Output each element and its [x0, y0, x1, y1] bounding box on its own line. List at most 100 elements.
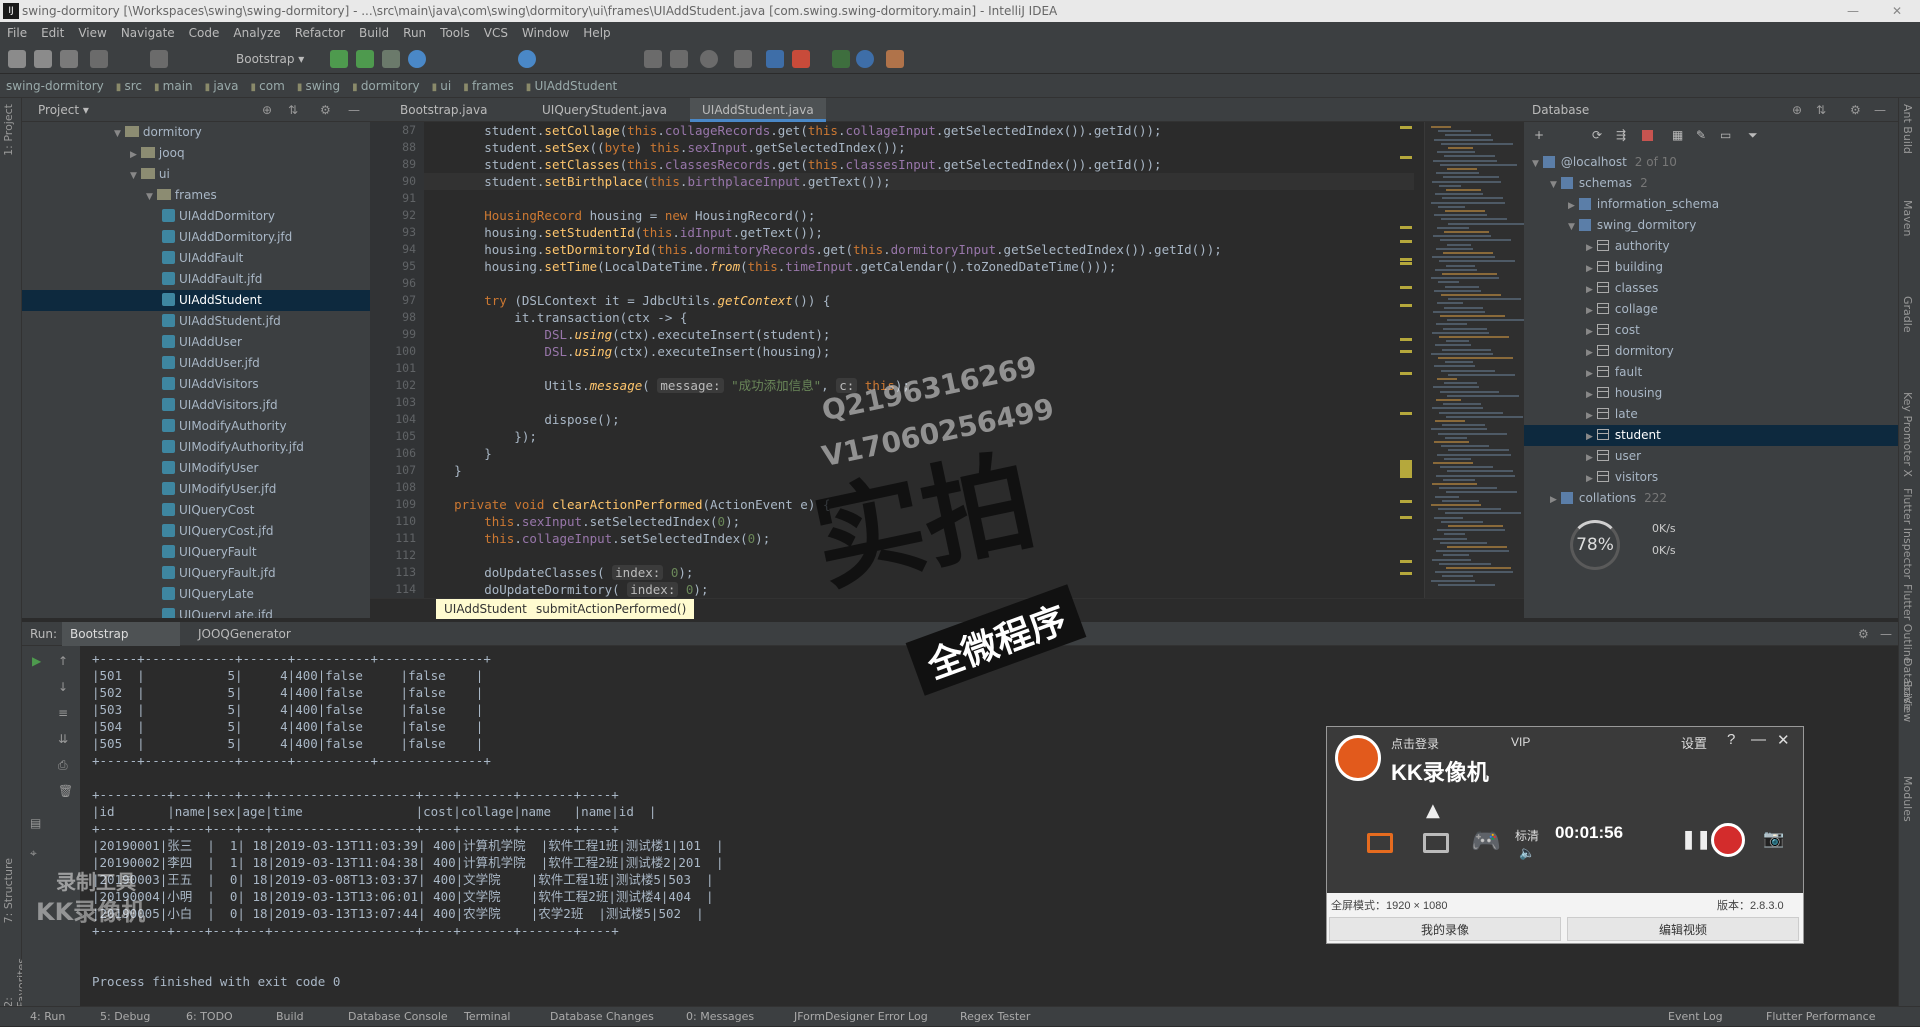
status-tab-0-messages[interactable]: 0: Messages	[686, 1007, 754, 1027]
code-line[interactable]: housing.setDormitoryId(this.dormitoryRec…	[424, 241, 1222, 258]
screen-mode-icon[interactable]	[1367, 833, 1393, 853]
tree-item-uiquerylate[interactable]: UIQueryLate	[22, 584, 370, 605]
tree-expand-icon[interactable]: ▼	[130, 171, 137, 181]
tree-expand-icon[interactable]: ▼	[1532, 159, 1539, 169]
add-icon[interactable]: +	[1534, 128, 1544, 142]
error-stripe-mark[interactable]	[1400, 468, 1412, 471]
gear-icon[interactable]: ⚙	[320, 98, 331, 122]
code-line[interactable]: student.setClasses(this.classesRecords.g…	[424, 156, 1161, 173]
code-line[interactable]: housing.setStudentId(this.idInput.getTex…	[424, 224, 823, 241]
tree-expand-icon[interactable]: ▶	[130, 150, 137, 160]
code-line[interactable]: dispose();	[424, 411, 619, 428]
db-node-cost[interactable]: ▶ cost	[1524, 320, 1898, 341]
tree-expand-icon[interactable]: ▶	[1586, 390, 1593, 400]
gear-icon[interactable]: ⚙	[1850, 98, 1861, 122]
filter-icon[interactable]: ⏷	[1748, 128, 1758, 143]
menu-vcs[interactable]: VCS	[484, 26, 508, 40]
tree-item-uimodifyauthority[interactable]: UIModifyAuthority	[22, 416, 370, 437]
tree-expand-icon[interactable]: ▶	[1586, 264, 1593, 274]
run-tab-bootstrap[interactable]: Bootstrap	[62, 622, 180, 646]
right-tool-tab-flutter-outline[interactable]: Flutter Outline	[1901, 584, 1914, 664]
error-stripe-mark[interactable]	[1400, 350, 1412, 353]
game-mode-icon[interactable]: 🎮	[1471, 827, 1501, 856]
tree-item-uimodifyuser[interactable]: UIModifyUser	[22, 458, 370, 479]
trash-icon[interactable]: 🗑	[58, 784, 73, 798]
scroll-end-icon[interactable]: ⇊	[58, 732, 68, 746]
error-stripe-mark[interactable]	[1400, 560, 1412, 563]
error-stripe-mark[interactable]	[1400, 516, 1412, 519]
build-project-icon[interactable]	[150, 50, 168, 68]
status-tab-flutter-performance[interactable]: Flutter Performance	[1766, 1007, 1875, 1027]
db-node-late[interactable]: ▶ late	[1524, 404, 1898, 425]
menu-navigate[interactable]: Navigate	[121, 26, 175, 40]
code-line[interactable]: this.sexInput.setSelectedIndex(0);	[424, 513, 740, 530]
update-icon[interactable]	[518, 50, 536, 68]
tree-item-uiqueryfault-jfd[interactable]: UIQueryFault.jfd	[22, 563, 370, 584]
tree-item-uiadddormitory-jfd[interactable]: UIAddDormitory.jfd	[22, 227, 370, 248]
right-tool-tab-flutter-inspector[interactable]: Flutter Inspector	[1901, 488, 1914, 579]
tree-expand-icon[interactable]: ▼	[146, 192, 153, 202]
breadcrumb-uiaddstudent[interactable]: UIAddStudent	[526, 79, 617, 93]
database-tool-tab[interactable]: Database	[1901, 658, 1914, 711]
hide-panel-icon[interactable]: —	[1880, 622, 1892, 646]
breadcrumb-frames[interactable]: frames	[463, 79, 514, 93]
recorder-vip-badge[interactable]: VIP	[1511, 735, 1530, 749]
search-icon[interactable]	[700, 50, 718, 68]
db-node-user[interactable]: ▶ user	[1524, 446, 1898, 467]
breadcrumb-src[interactable]: src	[116, 79, 142, 93]
right-tool-tab-key-promoter-x[interactable]: Key Promoter X	[1901, 392, 1914, 477]
db-node-collations[interactable]: ▶ collations 222	[1524, 488, 1898, 509]
db-node-schemas[interactable]: ▼ schemas 2	[1524, 173, 1898, 194]
tree-expand-icon[interactable]: ▶	[1586, 285, 1593, 295]
translate-icon[interactable]	[886, 50, 904, 68]
breadcrumb-com[interactable]: com	[250, 79, 284, 93]
code-line[interactable]: try (DSLContext it = JdbcUtils.getContex…	[424, 292, 830, 309]
db-node-localhost[interactable]: ▼ @localhost 2 of 10	[1524, 152, 1898, 173]
db-node-building[interactable]: ▶ building	[1524, 257, 1898, 278]
tree-item-uiadduser[interactable]: UIAddUser	[22, 332, 370, 353]
tree-expand-icon[interactable]: ▶	[1586, 348, 1593, 358]
tree-expand-icon[interactable]: ▼	[114, 129, 121, 139]
editor-tab-uiquerystudent[interactable]: UIQueryStudent.java	[530, 98, 679, 122]
plugin-icon[interactable]	[832, 50, 850, 68]
coverage-icon[interactable]	[382, 50, 400, 68]
crumb-method[interactable]: submitActionPerformed()	[528, 599, 695, 619]
wrench-icon[interactable]	[644, 50, 662, 68]
error-stripe-mark[interactable]	[1400, 240, 1412, 243]
menu-run[interactable]: Run	[403, 26, 426, 40]
error-stripe-mark[interactable]	[1400, 500, 1412, 503]
code-line[interactable]: this.collageInput.setSelectedIndex(0);	[424, 530, 770, 547]
code-minimap[interactable]	[1424, 122, 1527, 598]
db-node-fault[interactable]: ▶ fault	[1524, 362, 1898, 383]
breadcrumb-main[interactable]: main	[154, 79, 193, 93]
editor-tab-bootstrap[interactable]: Bootstrap.java	[388, 98, 499, 122]
breadcrumb-dormitory[interactable]: dormitory	[352, 79, 419, 93]
edit-icon[interactable]: ✎	[1696, 128, 1706, 142]
hide-panel-icon[interactable]: —	[1874, 98, 1886, 122]
tree-expand-icon[interactable]: ▶	[1586, 327, 1593, 337]
code-line[interactable]: student.setBirthplace(this.birthplaceInp…	[424, 173, 1414, 190]
error-stripe-mark[interactable]	[1400, 286, 1412, 289]
screenshot-icon[interactable]: 📷	[1763, 829, 1784, 849]
code-area[interactable]: student.setCollage(this.collageRecords.g…	[424, 122, 1424, 598]
edit-video-button[interactable]: 编辑视频	[1567, 917, 1799, 941]
code-line[interactable]: doUpdateDormitory( index: 0);	[424, 581, 708, 598]
soft-wrap-icon[interactable]: ≡	[58, 706, 68, 720]
status-tab-5-debug[interactable]: 5: Debug	[100, 1007, 150, 1027]
menu-analyze[interactable]: Analyze	[233, 26, 280, 40]
stop-record-button[interactable]	[1711, 823, 1745, 857]
error-stripe-mark[interactable]	[1400, 156, 1412, 159]
menu-tools[interactable]: Tools	[440, 26, 470, 40]
recorder-close-button[interactable]: ✕	[1777, 731, 1790, 749]
menu-file[interactable]: File	[7, 26, 27, 40]
globe-icon[interactable]	[856, 50, 874, 68]
vcs-icon[interactable]	[734, 50, 752, 68]
code-line[interactable]: housing.setTime(LocalDateTime.from(this.…	[424, 258, 1116, 275]
status-tab-database-changes[interactable]: Database Changes	[550, 1007, 654, 1027]
pause-button[interactable]: ❚❚	[1681, 829, 1711, 850]
right-tool-tab-ant-build[interactable]: Ant Build	[1901, 104, 1914, 154]
locate-icon[interactable]: ⊕	[262, 98, 272, 122]
tree-folder-ui[interactable]: ▼ ui	[22, 164, 370, 185]
breadcrumb-swing[interactable]: swing	[297, 79, 340, 93]
error-stripe-mark[interactable]	[1400, 304, 1412, 307]
